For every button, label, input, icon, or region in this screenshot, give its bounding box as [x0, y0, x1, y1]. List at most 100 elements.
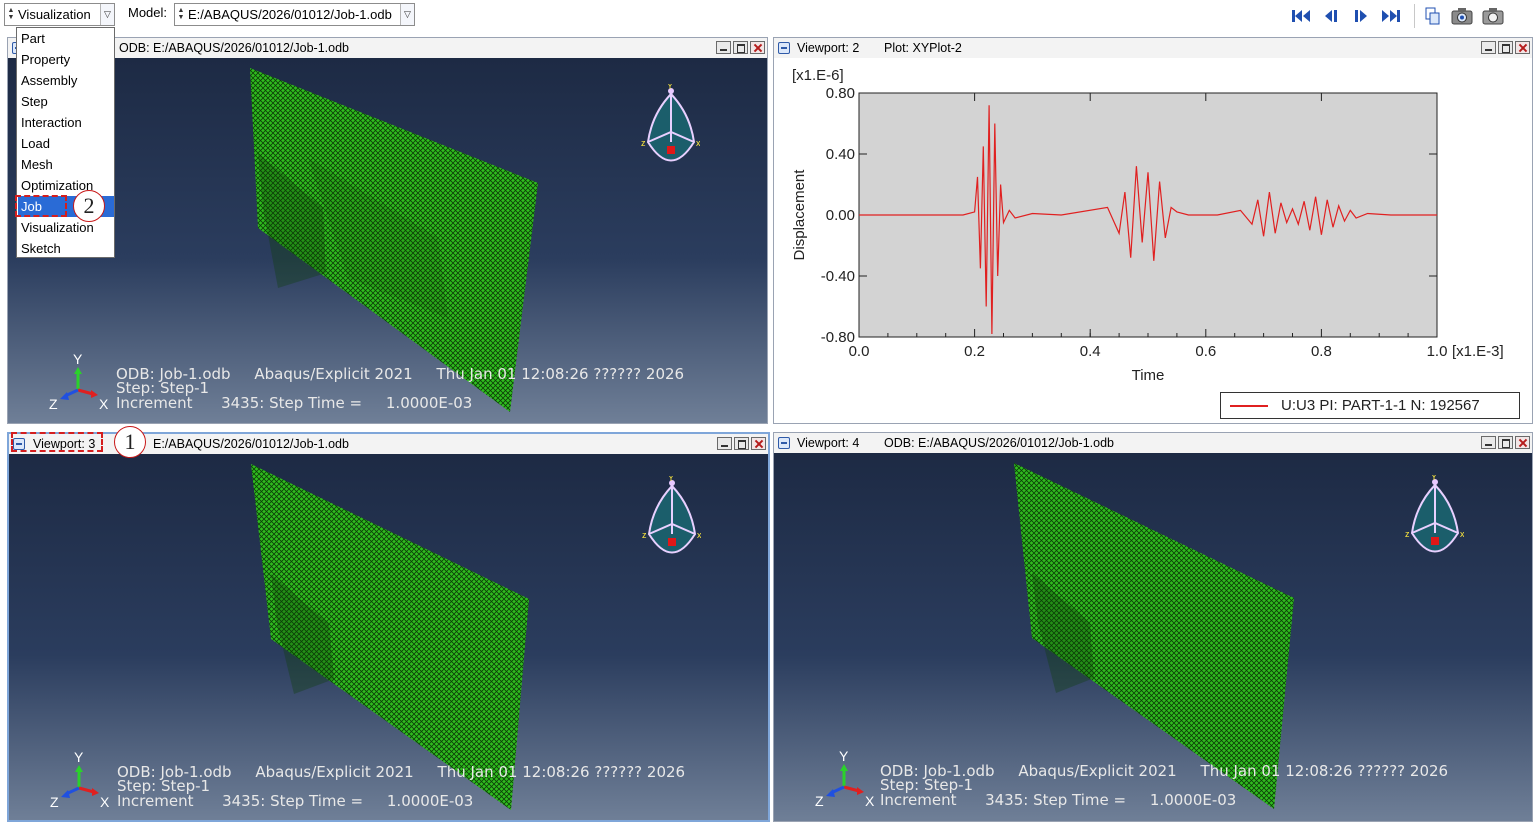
y-tick-label: 0.40	[826, 146, 855, 163]
annotation-callout-1: 1	[114, 426, 146, 458]
x-tick-label: 0.4	[1080, 343, 1101, 360]
module-menu-item-optimization[interactable]: Optimization	[18, 175, 114, 196]
copy-icon[interactable]	[1422, 5, 1444, 27]
window-buttons	[1481, 41, 1530, 55]
triad-icon: Y X Z	[804, 749, 884, 809]
viewport-3-canvas[interactable]: Yzx YXZ ODB: Job-1.odb Abaqus/Explicit 2…	[9, 454, 768, 820]
status-line-3: Increment 3435: Step Time = 1.0000E-03	[880, 791, 1237, 809]
triad-y-label: Y	[73, 352, 83, 367]
status-line-3: Increment 3435: Step Time = 1.0000E-03	[117, 792, 474, 810]
context-toolbar: ▲ ▼ Visualization ▽ Model: ▲ ▼ E:/ABAQUS/2…	[0, 0, 1537, 32]
viewport-2-plot-name: Plot: XYPlot-2	[884, 41, 962, 55]
viewport-2[interactable]: Viewport: 2 Plot: XYPlot-2 0.80 0.40 0.00 -…	[773, 37, 1533, 424]
window-buttons	[1481, 436, 1530, 450]
view-cube-z-label: z	[1405, 529, 1410, 539]
x-tick-label: 0.6	[1195, 343, 1216, 360]
triad-z-label: Z	[49, 396, 58, 412]
maximize-icon[interactable]	[1498, 436, 1513, 449]
x-tick-label: 0.2	[964, 343, 985, 360]
close-icon[interactable]	[751, 437, 766, 450]
viewport-4-canvas[interactable]: Yzx YXZ ODB: Job-1.odb Abaqus/Explicit 2…	[774, 453, 1532, 821]
triad-z-label: Z	[815, 793, 824, 809]
module-menu-item-load[interactable]: Load	[18, 133, 114, 154]
x-tick-label: 0.8	[1311, 343, 1332, 360]
x-tick-label: 1.0	[1427, 343, 1448, 360]
viewport-1-title: ODB: E:/ABAQUS/2026/01012/Job-1.odb	[119, 41, 349, 55]
status-line-3: Increment 3435: Step Time = 1.0000E-03	[116, 394, 473, 412]
view-cube-x-label: x	[1460, 529, 1464, 539]
module-menu-item-visualization[interactable]: Visualization	[18, 217, 114, 238]
viewport-2-titlebar[interactable]: Viewport: 2 Plot: XYPlot-2	[774, 38, 1532, 58]
viewport-3[interactable]: Viewport: 3 E:/ABAQUS/2026/01012/Job-1.o…	[7, 432, 770, 822]
minimize-icon[interactable]	[1481, 436, 1496, 449]
first-frame-icon[interactable]	[1290, 5, 1312, 27]
module-combo-value: Visualization	[18, 7, 91, 22]
previous-frame-icon[interactable]	[1320, 5, 1342, 27]
window-buttons	[716, 41, 765, 55]
annotation-callout-2: 2	[73, 190, 105, 222]
xy-plot-canvas[interactable]: 0.80 0.40 0.00 -0.40 -0.80 0.0 0.2 0.4 0.6 0.8 1.0…	[774, 58, 1532, 423]
module-dropdown-menu: Part Property Assembly Step Interaction Load M…	[16, 27, 115, 258]
module-menu-item-sketch[interactable]: Sketch	[18, 238, 114, 259]
x-axis-label: Time	[1132, 367, 1165, 384]
viewport-1-titlebar[interactable]: ODB: E:/ABAQUS/2026/01012/Job-1.odb	[8, 38, 767, 58]
chevron-down-icon[interactable]: ▽	[100, 4, 114, 25]
view-cube-z-label: z	[641, 138, 646, 148]
viewport-4-title: ODB: E:/ABAQUS/2026/01012/Job-1.odb	[884, 436, 1114, 450]
triad-y-label: Y	[74, 750, 84, 765]
x-scale-label: [x1.E-3]	[1452, 343, 1504, 360]
model-combo-value: E:/ABAQUS/2026/01012/Job-1.odb	[188, 7, 392, 22]
minimize-icon[interactable]	[716, 41, 731, 54]
close-icon[interactable]	[1515, 436, 1530, 449]
abaqus-window: ▲ ▼ Visualization ▽ Model: ▲ ▼ E:/ABAQUS/2…	[0, 0, 1537, 824]
module-menu-item-part[interactable]: Part	[18, 28, 114, 49]
module-menu-item-assembly[interactable]: Assembly	[18, 70, 114, 91]
module-combo[interactable]: ▲ ▼ Visualization ▽	[4, 3, 115, 26]
view-cube-y-label: Y	[668, 476, 674, 483]
module-menu-item-interaction[interactable]: Interaction	[18, 112, 114, 133]
viewport-4-titlebar[interactable]: Viewport: 4 ODB: E:/ABAQUS/2026/01012/Jo…	[774, 433, 1532, 453]
minimize-icon[interactable]	[1481, 41, 1496, 54]
maximize-icon[interactable]	[733, 41, 748, 54]
y-scale-label: [x1.E-6]	[792, 67, 844, 84]
last-frame-icon[interactable]	[1380, 5, 1402, 27]
next-frame-icon[interactable]	[1350, 5, 1372, 27]
window-menu-icon[interactable]	[778, 437, 790, 449]
view-cube-z-label: z	[642, 530, 647, 540]
y-tick-label: 0.00	[826, 207, 855, 224]
maximize-icon[interactable]	[1498, 41, 1513, 54]
model-combo[interactable]: ▲ ▼ E:/ABAQUS/2026/01012/Job-1.odb ▽	[174, 3, 415, 26]
snapshot-icon[interactable]	[1482, 5, 1504, 27]
xy-plot: 0.800.400.00-0.40-0.800.0 0.2 0.4 0.6 0.8 1.0…	[791, 67, 1504, 384]
module-menu-item-mesh[interactable]: Mesh	[18, 154, 114, 175]
module-menu-item-property[interactable]: Property	[18, 49, 114, 70]
spin-icon: ▲ ▼	[7, 7, 15, 21]
y-tick-label: 0.80	[826, 85, 855, 102]
triad-x-label: X	[99, 396, 109, 412]
y-tick-label: -0.40	[821, 268, 855, 285]
close-icon[interactable]	[1515, 41, 1530, 54]
maximize-icon[interactable]	[734, 437, 749, 450]
viewport-1-canvas[interactable]: Yzx YXZ ODB: Job-1.odb Abaqus/Explicit 2…	[8, 58, 767, 423]
toolbar-separator	[1414, 4, 1415, 28]
view-cube-x-label: x	[697, 530, 701, 540]
viewport-3-title: E:/ABAQUS/2026/01012/Job-1.odb	[153, 437, 349, 451]
annotation-box-1	[11, 432, 103, 452]
view-cube-icon: Yz x	[640, 84, 700, 172]
minimize-icon[interactable]	[717, 437, 732, 450]
legend-label: U:U3 PI: PART-1-1 N: 192567	[1281, 397, 1480, 414]
module-menu-item-step[interactable]: Step	[18, 91, 114, 112]
close-icon[interactable]	[750, 41, 765, 54]
viewport-4[interactable]: Viewport: 4 ODB: E:/ABAQUS/2026/01012/Jo…	[773, 432, 1533, 822]
chevron-down-icon[interactable]: ▽	[400, 4, 414, 25]
viewport-2-name: Viewport: 2	[797, 41, 860, 55]
plot-legend[interactable]: U:U3 PI: PART-1-1 N: 192567	[1220, 392, 1520, 419]
viewport-4-name: Viewport: 4	[797, 436, 860, 450]
viewport-1[interactable]: ODB: E:/ABAQUS/2026/01012/Job-1.odb Yzx …	[7, 37, 768, 424]
triad-y-label: Y	[839, 749, 849, 764]
view-cube-y-label: Y	[667, 84, 673, 91]
camera-icon[interactable]	[1451, 5, 1473, 27]
spin-icon: ▲ ▼	[177, 7, 185, 21]
window-menu-icon[interactable]	[778, 42, 790, 54]
triad-icon: Y X Z	[39, 750, 119, 810]
